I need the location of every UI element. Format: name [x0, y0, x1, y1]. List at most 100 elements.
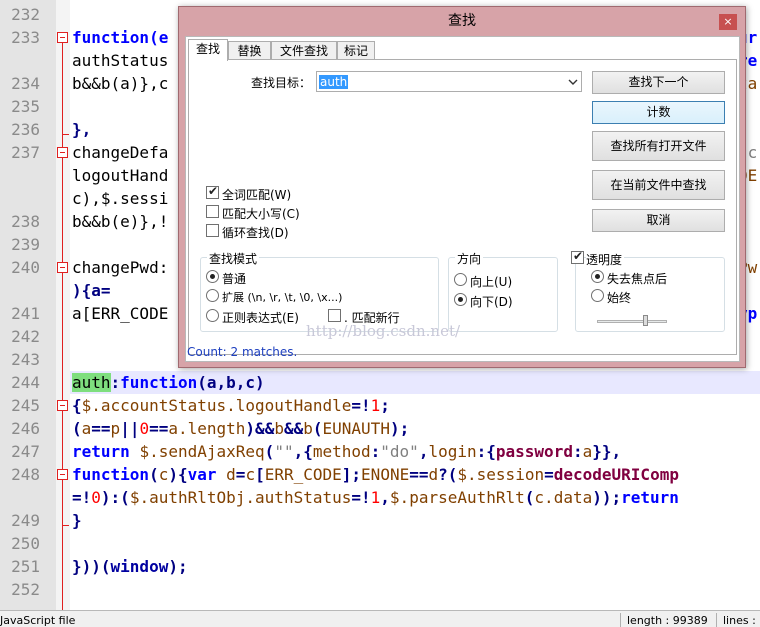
close-icon[interactable]: ×: [719, 14, 737, 30]
find-next-button[interactable]: 查找下一个: [592, 71, 725, 94]
line-number: 249: [11, 511, 40, 530]
tab-find[interactable]: 查找: [188, 39, 228, 61]
line-number: 247: [11, 442, 40, 461]
code-line: b&&b(e)},!: [72, 210, 168, 233]
direction-down-radio[interactable]: [454, 293, 467, 306]
find-in-current-file-button[interactable]: 在当前文件中查找: [592, 170, 725, 200]
fold-end-marker: [62, 525, 69, 526]
always-label: 始终: [607, 291, 632, 305]
count-button[interactable]: 计数: [592, 101, 725, 124]
line-number: 245: [11, 396, 40, 415]
tab-find-in-files[interactable]: 文件查找: [271, 41, 337, 60]
code-line: }: [72, 509, 82, 532]
code-token: changeDefa: [72, 143, 169, 162]
tab-mark[interactable]: 标记: [337, 41, 375, 60]
find-all-open-files-button[interactable]: 查找所有打开文件: [592, 131, 725, 161]
search-mode-title: 查找模式: [207, 250, 260, 267]
search-match-highlight: auth: [72, 373, 111, 392]
code-token: authStatus: [72, 51, 169, 70]
line-number: 242: [11, 327, 40, 346]
transparency-always-radio[interactable]: [591, 289, 604, 302]
direction-up-radio[interactable]: [454, 273, 467, 286]
line-number: 246: [11, 419, 40, 438]
find-target-label: 查找目标：: [251, 76, 312, 90]
code-token: b&&b(a)},c: [72, 74, 169, 93]
direction-up-label: 向上(U): [470, 275, 513, 289]
code-line: authStatus: [72, 49, 168, 72]
line-number: 237: [11, 143, 40, 162]
line-number-gutter: 232 233 234 235 236 237 238 239 240 241 …: [0, 0, 56, 610]
code-line: changePwd:: [72, 256, 168, 279]
code-token: a[ERR_CODE: [72, 304, 169, 323]
code-line: c),$.sessi: [72, 187, 168, 210]
line-number: 252: [11, 580, 40, 599]
code-line: return $.sendAjaxReq("",{method:"do",log…: [72, 442, 622, 461]
line-number: 243: [11, 350, 40, 369]
line-number: 250: [11, 534, 40, 553]
find-target-input[interactable]: auth: [316, 71, 582, 92]
line-number: 233: [11, 28, 40, 47]
match-case-label: 匹配大小写(C): [222, 207, 300, 221]
whole-word-checkbox[interactable]: [206, 184, 219, 199]
fold-toggle-icon[interactable]: [57, 147, 68, 158]
mode-normal-radio[interactable]: [206, 270, 219, 283]
code-token: function(e: [72, 28, 169, 47]
wrap-around-checkbox[interactable]: [206, 224, 219, 237]
watermark: http://blog.csdn.net/: [306, 322, 461, 340]
code-line: },: [72, 118, 91, 141]
on-lose-focus-label: 失去焦点后: [607, 272, 668, 286]
code-line: (a==p||0==a.length)&&b&&b(EUNAUTH);: [72, 419, 410, 438]
code-line: changeDefa: [72, 141, 168, 164]
code-line: a[ERR_CODE: [72, 302, 168, 325]
fold-toggle-icon[interactable]: [57, 400, 68, 411]
code-token: b&&b(e)},!: [72, 212, 169, 231]
whole-word-label: 全词匹配(W): [222, 188, 292, 202]
transparency-on-lose-focus-radio[interactable]: [591, 270, 604, 283]
line-number: 232: [11, 5, 40, 24]
fold-toggle-icon[interactable]: [57, 262, 68, 273]
mode-extended-radio[interactable]: [206, 289, 219, 302]
wrap-around-label: 循环查找(D): [222, 226, 289, 240]
tab-replace[interactable]: 替换: [228, 41, 271, 60]
line-number: 235: [11, 97, 40, 116]
mode-regex-radio[interactable]: [206, 309, 219, 322]
dot-newline-checkbox[interactable]: [328, 309, 341, 322]
find-tab-panel: 查找目标： auth 查找下一个 计数 查找所有打开文件 在当前文件中查找 取消…: [188, 59, 737, 355]
code-line: {$.accountStatus.logoutHandle=!1;: [72, 396, 390, 415]
direction-title: 方向: [455, 250, 484, 267]
line-number: 244: [11, 373, 40, 392]
length-label: length : 99389: [627, 614, 708, 627]
direction-down-label: 向下(D): [470, 295, 513, 309]
code-line: =!0):($.authRltObj.authStatus=!1,$.parse…: [72, 488, 679, 507]
file-type-label: JavaScript file: [0, 614, 76, 627]
fold-margin[interactable]: [56, 0, 70, 610]
transparency-slider-thumb[interactable]: [643, 315, 648, 326]
fold-end-marker: [62, 134, 69, 135]
lines-label: lines :: [723, 614, 756, 627]
code-token: c),$.sessi: [72, 189, 169, 208]
line-number: 239: [11, 235, 40, 254]
code-line: function(c){var d=c[ERR_CODE];ENONE==d?(…: [72, 465, 679, 484]
fold-toggle-icon[interactable]: [57, 32, 68, 43]
line-number: 251: [11, 557, 40, 576]
chevron-down-icon[interactable]: [568, 77, 578, 87]
find-target-value: auth: [319, 75, 349, 89]
transparency-slider-track[interactable]: [597, 320, 667, 323]
cancel-button[interactable]: 取消: [592, 209, 725, 232]
count-result-message: Count: 2 matches.: [187, 345, 298, 359]
find-dialog[interactable]: 查找 × 查找 替换 文件查找 标记 查找目标： auth 查找下一个 计数 查…: [178, 6, 746, 368]
code-token: ){a=: [72, 281, 111, 300]
status-bar: JavaScript file length : 99389 lines :: [0, 610, 760, 627]
code-line: logoutHand: [72, 164, 168, 187]
match-case-checkbox[interactable]: [206, 205, 219, 218]
fold-toggle-icon[interactable]: [57, 469, 68, 480]
code-token: changePwd:: [72, 258, 169, 277]
code-token: },: [72, 120, 92, 139]
transparency-checkbox[interactable]: [571, 249, 584, 264]
line-number: 240: [11, 258, 40, 277]
status-separator: [620, 613, 621, 627]
dialog-title: 查找: [448, 13, 476, 29]
code-token: logoutHand: [72, 166, 169, 185]
code-line: ){a=: [72, 279, 111, 302]
code-line-auth: auth:function(a,b,c): [72, 373, 265, 392]
